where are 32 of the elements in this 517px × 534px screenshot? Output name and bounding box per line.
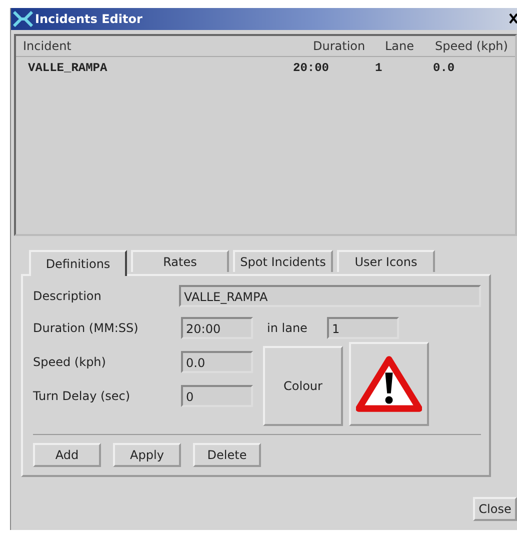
field-label: in lane (266, 321, 308, 335)
action-button[interactable]: Apply (113, 443, 181, 467)
action-button[interactable]: Add (33, 443, 101, 467)
input-field[interactable]: VALLE_RAMPA (179, 285, 481, 307)
colour-button[interactable]: Colour (263, 346, 343, 426)
table-cell-text: 1 (374, 61, 384, 75)
field-label: Duration (MM:SS) (33, 321, 140, 335)
input-field[interactable]: 0 (181, 385, 253, 407)
column-header[interactable]: Duration (313, 39, 385, 53)
close-icon[interactable] (509, 11, 517, 25)
field-label: Speed (kph) (33, 355, 107, 369)
tab[interactable]: User Icons (337, 250, 435, 272)
input-field[interactable]: 0.0 (181, 351, 253, 373)
table-cell-text: 0.0 (433, 61, 456, 75)
column-header[interactable]: Speed (kph) (435, 39, 515, 53)
icon-button[interactable] (349, 342, 429, 426)
column-header[interactable]: Incident (23, 39, 313, 53)
table-cell-text: VALLE_RAMPA (28, 61, 108, 75)
x-logo-icon (13, 11, 33, 27)
input-field[interactable]: 20:00 (181, 317, 253, 339)
input-field[interactable]: 1 (327, 317, 399, 339)
close-button[interactable]: Close (473, 497, 517, 521)
table-cell-text: 20:00 (293, 61, 330, 75)
column-header[interactable]: Lane (385, 39, 435, 53)
field-label: Turn Delay (sec) (33, 389, 132, 403)
tab[interactable]: Rates (131, 250, 229, 272)
warning-icon (356, 355, 422, 413)
tab[interactable]: Definitions (29, 250, 127, 276)
field-label: Description (33, 289, 102, 303)
tab[interactable]: Spot Incidents (233, 250, 333, 272)
action-button[interactable]: Delete (193, 443, 261, 467)
window-title: Incidents Editor (35, 12, 144, 26)
